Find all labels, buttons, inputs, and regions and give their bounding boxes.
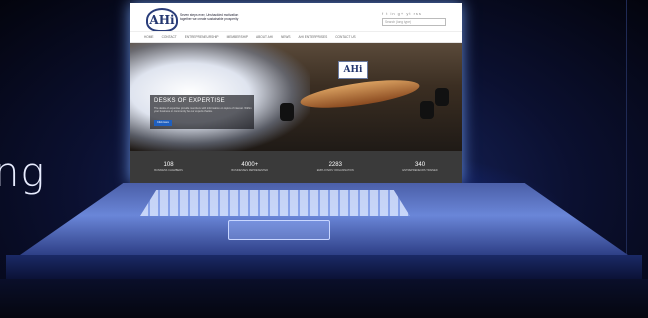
- stats-bar: 108 BUSINESS CHAMBERS 4000+ BUSINESSES R…: [130, 151, 462, 183]
- hero-text: The desks of expertise provide members w…: [154, 107, 252, 114]
- stat-number: 340: [415, 162, 426, 168]
- stat-item: 2283 EMPLOYERS' ORGANISATION: [317, 162, 354, 172]
- desk-surface: [0, 279, 648, 318]
- nav-item-enterprises[interactable]: AHI ENTERPRISES: [299, 35, 328, 39]
- chair-image: [420, 101, 434, 119]
- nav-item-home[interactable]: HOME: [144, 35, 154, 39]
- hero-cta-button[interactable]: Click Here: [154, 120, 172, 126]
- stat-label: BUSINESSES REPRESENTED: [231, 169, 269, 172]
- stat-item: 340 ENTREPRENEURS TRAINED: [402, 162, 437, 172]
- partial-heading-text: ng: [0, 150, 46, 196]
- site-header: AHi Seven steps ever, Unshackled motivat…: [130, 3, 462, 32]
- nav-item-contact[interactable]: CONTACT: [162, 35, 177, 39]
- nav-item-membership[interactable]: MEMBERSHIP: [227, 35, 248, 39]
- chair-image: [435, 88, 449, 106]
- stat-item: 4000+ BUSINESSES REPRESENTED: [231, 162, 268, 172]
- laptop-screen: AHi Seven steps ever, Unshackled motivat…: [130, 3, 462, 183]
- scene-background: ng AHi Seven steps ever, Unshackled moti…: [0, 0, 648, 318]
- search-input[interactable]: Search (long type): [382, 18, 446, 26]
- stat-number: 108: [163, 162, 174, 168]
- nav-item-about[interactable]: ABOUT AHI: [256, 35, 273, 39]
- stat-label: BUSINESS CHAMBERS: [154, 169, 183, 172]
- nav-item-news[interactable]: NEWS: [281, 35, 291, 39]
- stat-label: EMPLOYERS' ORGANISATION: [316, 169, 354, 172]
- stat-label: ENTREPRENEURS TRAINED: [402, 169, 438, 172]
- trackpad: [228, 220, 330, 240]
- boardroom-table-image: [299, 74, 421, 114]
- hero-banner: AHi DESKS OF EXPERTISE The desks of expe…: [130, 43, 462, 151]
- wall-logo: AHi: [338, 61, 368, 79]
- hero-title: DESKS OF EXPERTISE: [154, 98, 225, 104]
- nav-item-contact-us[interactable]: CONTACT US: [335, 35, 355, 39]
- stat-item: 108 BUSINESS CHAMBERS: [154, 162, 183, 172]
- stat-number: 4000+: [241, 162, 259, 168]
- site-tagline: Seven steps ever, Unshackled motivation …: [180, 13, 239, 21]
- chair-image: [280, 103, 294, 121]
- laptop-front-edge: [6, 255, 642, 279]
- nav-item-entrepreneurship[interactable]: ENTREPRENEURSHIP: [185, 35, 219, 39]
- main-nav: HOME CONTACT ENTREPRENEURSHIP MEMBERSHIP…: [130, 31, 462, 43]
- stat-number: 2283: [328, 162, 342, 168]
- social-icons[interactable]: f t in g+ yt rss: [382, 11, 422, 16]
- keyboard: [140, 190, 410, 216]
- site-logo[interactable]: AHi: [146, 8, 178, 32]
